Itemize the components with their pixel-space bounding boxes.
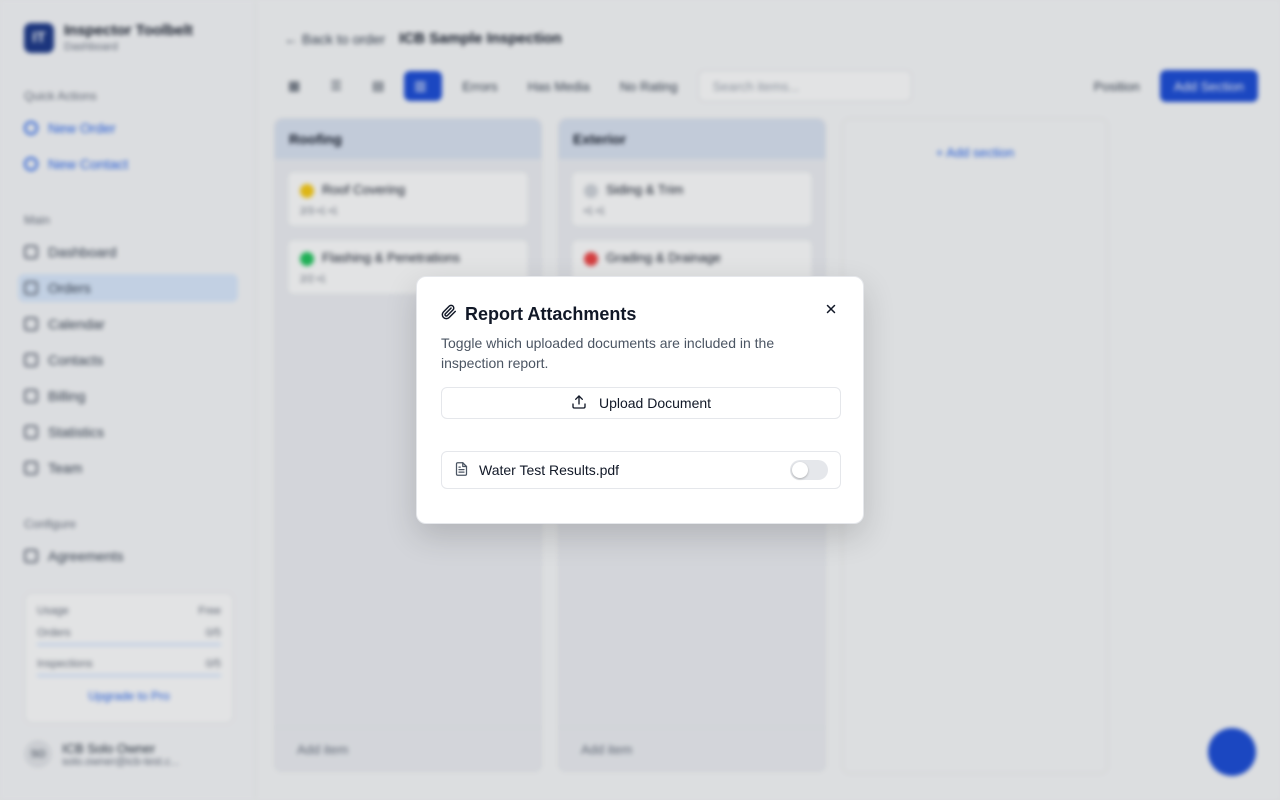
toggle-knob xyxy=(792,462,808,478)
attachment-row: Water Test Results.pdf xyxy=(441,451,841,489)
close-icon xyxy=(826,304,836,314)
file-icon xyxy=(454,461,469,480)
paperclip-icon xyxy=(441,304,457,325)
upload-icon xyxy=(571,394,587,413)
close-button[interactable] xyxy=(821,299,841,319)
upload-document-label: Upload Document xyxy=(598,395,712,411)
upload-document-button[interactable]: Upload Document xyxy=(441,387,841,419)
dialog-title-text: Report Attachments xyxy=(465,303,637,324)
include-in-report-toggle[interactable] xyxy=(790,460,828,480)
report-attachments-dialog: Report Attachments Toggle which uploaded… xyxy=(416,276,864,524)
dialog-title: Report Attachments xyxy=(441,301,839,327)
attachment-name: Water Test Results.pdf xyxy=(479,462,620,478)
dialog-description: Toggle which uploaded documents are incl… xyxy=(441,335,775,371)
